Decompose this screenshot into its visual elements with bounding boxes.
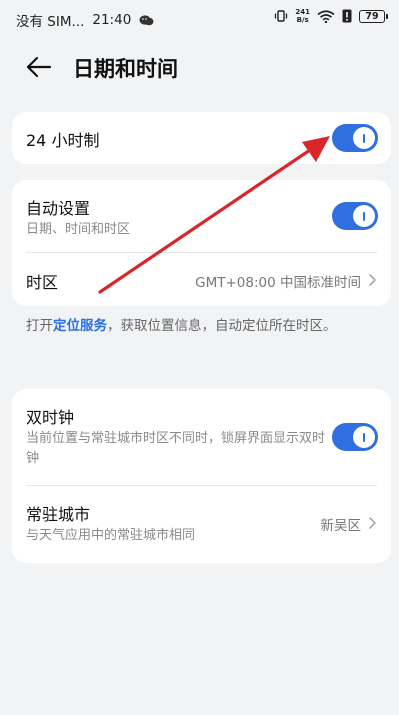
setting-title-home-city: 常驻城市: [26, 505, 91, 524]
note-text-after: ，获取位置信息，自动定位所在时区。: [107, 318, 337, 334]
chevron-right-icon: [369, 274, 376, 286]
setting-row-dual-clock[interactable]: 双时钟 当前位置与常驻城市时区不同时，锁屏界面显示双时钟: [12, 389, 391, 483]
wifi-icon: [317, 9, 335, 23]
location-note: 打开定位服务，获取位置信息，自动定位所在时区。: [26, 314, 381, 339]
network-speed: 241 B/s: [295, 8, 310, 24]
card-24-hour: 24 小时制: [12, 112, 391, 164]
setting-row-timezone[interactable]: 时区 GMT+08:00 中国标准时间: [12, 253, 391, 306]
toggle-knob: [353, 205, 375, 227]
battery-indicator: 79: [359, 9, 388, 23]
toggle-dual-clock[interactable]: [332, 423, 378, 451]
setting-row-home-city[interactable]: 常驻城市 与天气应用中的常驻城市相同 新吴区: [12, 486, 391, 563]
setting-title-auto: 自动设置: [26, 199, 91, 218]
status-bar-left: 没有 SIM... 21:40: [16, 10, 154, 30]
network-speed-unit: B/s: [296, 16, 309, 24]
arrow-left-icon: [26, 56, 52, 78]
status-bar: 没有 SIM... 21:40 241 B/s 79: [0, 0, 399, 38]
home-city-value: 新吴区: [320, 518, 362, 534]
status-bar-right: 241 B/s 79: [274, 8, 388, 24]
timezone-value: GMT+08:00 中国标准时间: [195, 275, 361, 291]
setting-subtitle-home-city: 与天气应用中的常驻城市相同: [26, 528, 196, 543]
chat-notification-icon: [139, 14, 154, 27]
setting-title-24-hour: 24 小时制: [26, 131, 100, 150]
chevron-right-icon: [369, 517, 376, 529]
location-service-link[interactable]: 定位服务: [53, 318, 107, 334]
setting-row-24-hour[interactable]: 24 小时制: [12, 112, 391, 164]
setting-subtitle-auto: 日期、时间和时区: [26, 222, 131, 237]
page-header: 日期和时间: [0, 44, 399, 90]
note-text-before: 打开: [26, 318, 53, 334]
toggle-knob: [353, 127, 375, 149]
vibrate-icon: [274, 9, 288, 23]
alert-icon: [342, 9, 352, 23]
card-auto-settings: 自动设置 日期、时间和时区 时区 GMT+08:00 中国标准时间: [12, 180, 391, 306]
setting-row-auto[interactable]: 自动设置 日期、时间和时区: [12, 180, 391, 250]
toggle-knob: [353, 426, 375, 448]
toggle-auto-setting[interactable]: [332, 202, 378, 230]
clock: 21:40: [92, 12, 132, 28]
network-speed-value: 241: [295, 8, 310, 16]
annotation-arrow: [98, 136, 330, 294]
card-dual-clock: 双时钟 当前位置与常驻城市时区不同时，锁屏界面显示双时钟 常驻城市 与天气应用中…: [12, 389, 391, 563]
setting-title-dual-clock: 双时钟: [26, 408, 75, 427]
setting-subtitle-dual-clock: 当前位置与常驻城市时区不同时，锁屏界面显示双时钟: [26, 431, 326, 466]
back-button[interactable]: [24, 54, 54, 80]
carrier-label: 没有 SIM...: [16, 14, 85, 30]
toggle-24-hour[interactable]: [332, 124, 378, 152]
page-title: 日期和时间: [73, 57, 178, 81]
setting-title-timezone: 时区: [26, 273, 59, 292]
